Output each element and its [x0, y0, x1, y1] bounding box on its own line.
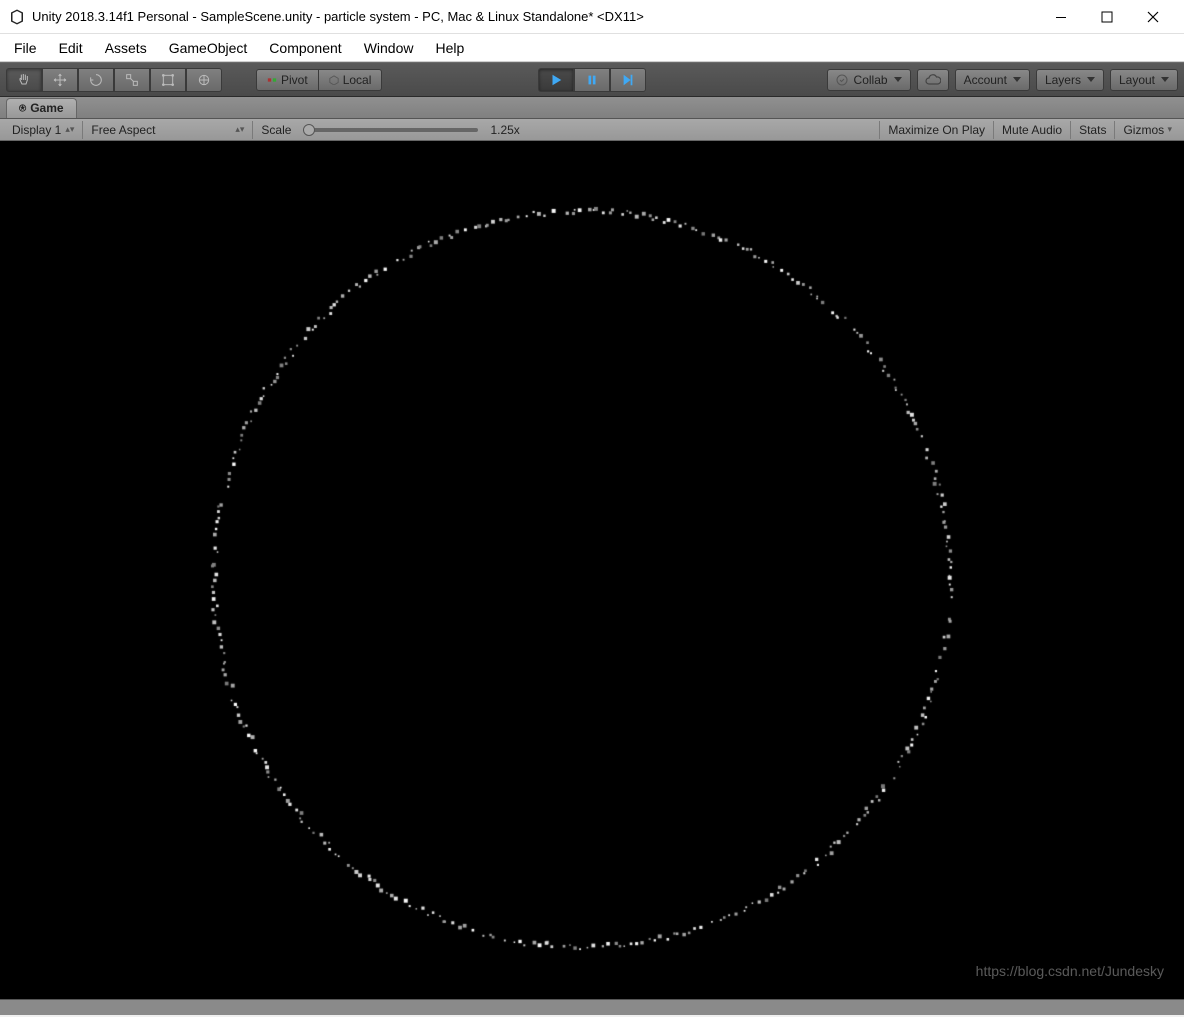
layers-dropdown[interactable]: Layers — [1036, 69, 1104, 91]
check-icon — [836, 74, 848, 86]
collab-dropdown[interactable]: Collab — [827, 69, 911, 91]
transform-tool[interactable] — [186, 68, 222, 92]
menu-edit[interactable]: Edit — [49, 36, 93, 60]
updown-icon: ▴▾ — [235, 125, 244, 134]
game-tab-icon: ⍟ — [19, 101, 26, 116]
collab-label: Collab — [854, 73, 888, 87]
menu-assets[interactable]: Assets — [95, 36, 157, 60]
scale-tool[interactable] — [114, 68, 150, 92]
rotate-tool[interactable] — [78, 68, 114, 92]
scale-value: 1.25x — [490, 123, 519, 137]
unity-logo-icon — [8, 8, 26, 26]
play-controls — [538, 68, 646, 92]
chevron-down-icon — [1161, 77, 1169, 82]
aspect-selector[interactable]: Free Aspect ▴▾ — [83, 121, 253, 139]
game-view-toolbar: Display 1 ▴▾ Free Aspect ▴▾ Scale 1.25x … — [0, 119, 1184, 141]
slider-thumb[interactable] — [303, 124, 315, 136]
pivot-local-group: Pivot Local — [256, 69, 382, 91]
transform-tools — [6, 68, 222, 92]
rect-tool[interactable] — [150, 68, 186, 92]
aspect-label: Free Aspect — [91, 123, 155, 137]
updown-icon: ▴▾ — [65, 125, 74, 134]
maximize-on-play-toggle[interactable]: Maximize On Play — [879, 121, 993, 139]
cloud-icon — [925, 74, 941, 86]
play-button[interactable] — [538, 68, 574, 92]
particle-render — [0, 141, 1184, 999]
cloud-button[interactable] — [917, 69, 949, 91]
layers-label: Layers — [1045, 73, 1081, 87]
scale-label: Scale — [261, 123, 291, 137]
menu-bar: File Edit Assets GameObject Component Wi… — [0, 34, 1184, 62]
local-label: Local — [343, 73, 372, 87]
window-titlebar: Unity 2018.3.14f1 Personal - SampleScene… — [0, 0, 1184, 34]
menu-gameobject[interactable]: GameObject — [159, 36, 258, 60]
game-view[interactable]: https://blog.csdn.net/Jundesky — [0, 141, 1184, 999]
chevron-down-icon — [894, 77, 902, 82]
menu-file[interactable]: File — [4, 36, 47, 60]
pivot-label: Pivot — [281, 73, 308, 87]
chevron-down-icon — [1013, 77, 1021, 82]
minimize-button[interactable] — [1038, 1, 1084, 33]
maximize-button[interactable] — [1084, 1, 1130, 33]
hand-tool[interactable] — [6, 68, 42, 92]
menu-help[interactable]: Help — [425, 36, 474, 60]
account-label: Account — [964, 73, 1007, 87]
game-tab-label: Game — [30, 101, 63, 115]
tab-bar: ⍟ Game — [0, 97, 1184, 119]
layout-dropdown[interactable]: Layout — [1110, 69, 1178, 91]
window-title: Unity 2018.3.14f1 Personal - SampleScene… — [32, 9, 1038, 24]
layout-label: Layout — [1119, 73, 1155, 87]
step-button[interactable] — [610, 68, 646, 92]
display-label: Display 1 — [12, 123, 61, 137]
watermark-text: https://blog.csdn.net/Jundesky — [976, 963, 1164, 979]
close-button[interactable] — [1130, 1, 1176, 33]
mute-audio-toggle[interactable]: Mute Audio — [993, 121, 1070, 139]
chevron-down-icon — [1087, 77, 1095, 82]
pivot-toggle[interactable]: Pivot — [256, 69, 319, 91]
cube-icon — [329, 75, 339, 85]
display-selector[interactable]: Display 1 ▴▾ — [4, 121, 83, 139]
local-toggle[interactable]: Local — [319, 69, 383, 91]
account-dropdown[interactable]: Account — [955, 69, 1030, 91]
status-bar — [0, 999, 1184, 1015]
stats-toggle[interactable]: Stats — [1070, 121, 1114, 139]
pause-button[interactable] — [574, 68, 610, 92]
menu-component[interactable]: Component — [259, 36, 351, 60]
chevron-down-icon: ▾ — [1167, 125, 1172, 134]
main-toolbar: Pivot Local Collab Account Layers Layou — [0, 62, 1184, 97]
move-tool[interactable] — [42, 68, 78, 92]
scale-slider[interactable] — [303, 128, 478, 132]
gizmos-toggle[interactable]: Gizmos ▾ — [1114, 121, 1180, 139]
pivot-icon — [267, 75, 277, 85]
scale-control: Scale 1.25x — [253, 121, 527, 139]
menu-window[interactable]: Window — [354, 36, 424, 60]
tab-game[interactable]: ⍟ Game — [6, 98, 77, 118]
